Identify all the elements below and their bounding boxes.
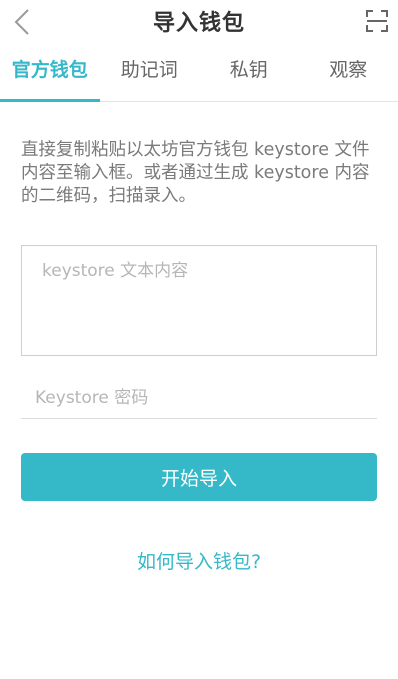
- scan-button[interactable]: [366, 10, 388, 32]
- keystore-textarea-box: [21, 245, 377, 356]
- tab-official-wallet[interactable]: 官方钱包: [0, 48, 100, 102]
- page-title: 导入钱包: [152, 11, 245, 36]
- tab-label: 私钥: [229, 59, 268, 81]
- tab-label: 观察: [329, 59, 368, 81]
- tab-private-key[interactable]: 私钥: [199, 48, 299, 101]
- header: 导入钱包: [0, 0, 398, 44]
- keystore-password-input[interactable]: [21, 378, 377, 418]
- tab-mnemonic[interactable]: 助记词: [100, 48, 200, 101]
- password-field: [21, 378, 377, 419]
- scan-frame-icon: [366, 10, 388, 32]
- keystore-input[interactable]: [22, 246, 376, 355]
- import-wallet-screen: 导入钱包 官方钱包 助记词 私钥 观察 直接复制粘贴以太坊官方钱包 keysto…: [0, 0, 398, 679]
- active-tab-indicator: [0, 99, 100, 102]
- tab-watch[interactable]: 观察: [299, 48, 398, 101]
- instruction-text: 直接复制粘贴以太坊官方钱包 keystore 文件内容至输入框。或者通过生成 k…: [21, 140, 370, 206]
- how-to-import-link[interactable]: 如何导入钱包?: [0, 547, 398, 574]
- tab-bar: 官方钱包 助记词 私钥 观察: [0, 48, 398, 102]
- tab-label: 官方钱包: [11, 59, 88, 81]
- tab-label: 助记词: [120, 59, 178, 81]
- start-import-button[interactable]: 开始导入: [21, 453, 377, 501]
